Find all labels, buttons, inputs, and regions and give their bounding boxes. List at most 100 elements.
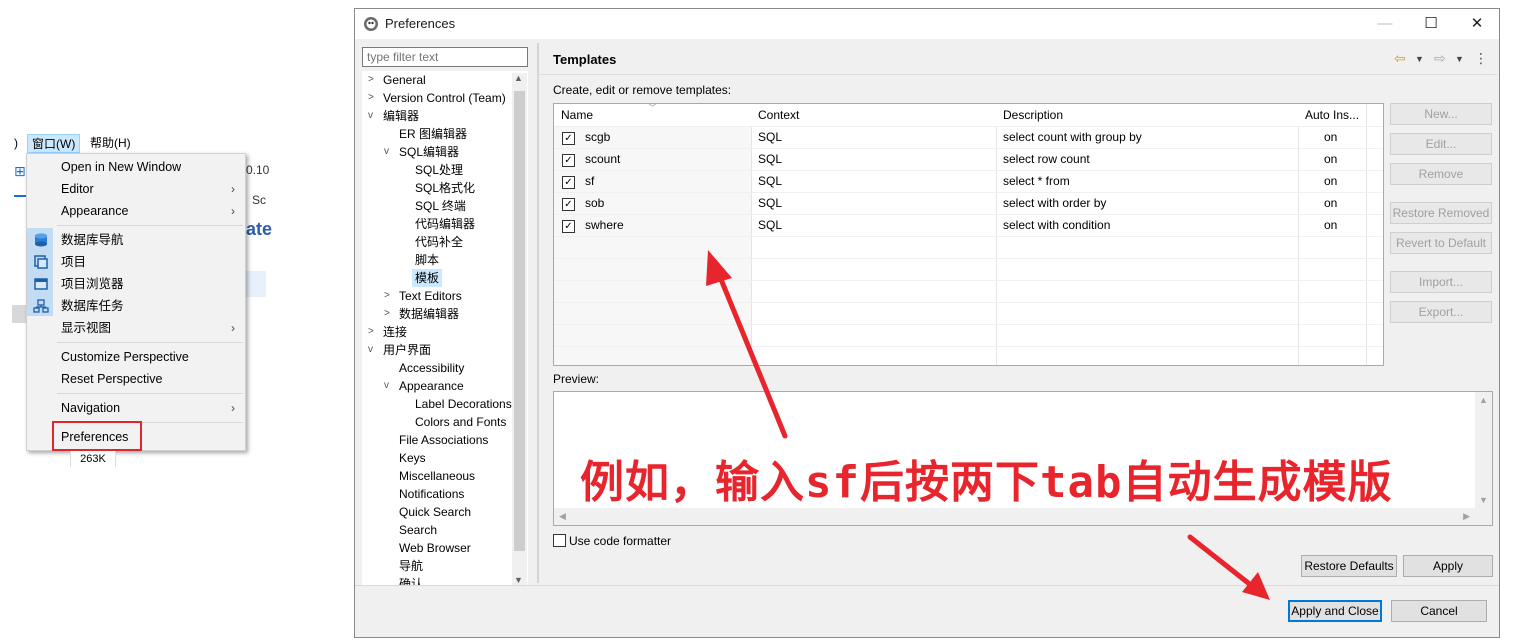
header-label: Name <box>561 108 594 122</box>
expand-icon[interactable]: > <box>368 323 378 341</box>
menu-item-label: Open in New Window <box>61 160 182 174</box>
scroll-right-icon[interactable]: ▶ <box>1463 511 1470 522</box>
menubar: ) 窗口(W) 帮助(H) <box>0 132 250 154</box>
collapse-icon[interactable]: v <box>368 107 378 125</box>
template-name: sob <box>585 196 605 210</box>
apply-button[interactable]: Apply <box>1403 555 1493 577</box>
column-header-description[interactable]: Description <box>996 104 1299 126</box>
cancel-button[interactable]: Cancel <box>1391 600 1487 622</box>
scroll-left-icon[interactable]: ◀ <box>559 511 566 522</box>
annotation-text: 例如，输入sf后按两下tab自动生成模版 <box>580 457 1393 508</box>
template-description: select count with group by <box>1003 130 1142 144</box>
scroll-down-icon[interactable]: ▼ <box>514 575 523 585</box>
menu-item-appearance[interactable]: Appearance › <box>27 200 245 222</box>
menu-item-label: 数据库导航 <box>61 233 124 247</box>
menu-item-project-explorer[interactable]: 项目浏览器 <box>27 273 245 295</box>
menu-item-show-view[interactable]: 显示视图 › <box>27 317 245 339</box>
menu-item-open-in-new-window[interactable]: Open in New Window <box>27 156 245 178</box>
menu-item-navigation[interactable]: Navigation › <box>27 397 245 419</box>
back-icon[interactable]: ⇦ <box>1394 50 1406 67</box>
maximize-button[interactable]: ☐ <box>1408 9 1454 39</box>
scroll-up-icon[interactable]: ▲ <box>1479 395 1488 405</box>
tree-item-label: 用户界面 <box>383 343 432 357</box>
import-button[interactable]: Import... <box>1390 271 1492 293</box>
revert-to-default-button[interactable]: Revert to Default <box>1390 232 1492 254</box>
preview-vertical-scrollbar[interactable]: ▲ ▼ <box>1475 392 1492 508</box>
scroll-up-icon[interactable]: ▲ <box>514 73 523 83</box>
remove-button[interactable]: Remove <box>1390 163 1492 185</box>
template-checkbox[interactable]: ✓ <box>562 176 575 189</box>
collapse-icon[interactable]: v <box>384 377 394 395</box>
database-icon <box>35 233 47 247</box>
menu-separator <box>57 225 243 226</box>
restore-defaults-button[interactable]: Restore Defaults <box>1301 555 1397 577</box>
preferences-dialog: Preferences — ☐ ✕ > General > Version Cont… <box>354 8 1500 638</box>
menu-item-label: 项目 <box>61 255 87 269</box>
menu-item-database-navigator[interactable]: 数据库导航 <box>27 229 245 251</box>
view-menu-icon[interactable]: ⋮ <box>1474 50 1488 67</box>
template-description: select * from <box>1003 174 1070 188</box>
template-description: select with order by <box>1003 196 1107 210</box>
row-divider <box>554 324 1383 325</box>
template-name: sf <box>585 174 595 188</box>
tree-item-label: Appearance <box>399 379 464 393</box>
collapse-icon[interactable]: v <box>384 143 394 161</box>
apply-and-close-button[interactable]: Apply and Close <box>1288 600 1382 622</box>
tree-item-label: General <box>383 73 426 87</box>
template-checkbox[interactable]: ✓ <box>562 154 575 167</box>
restore-removed-button[interactable]: Restore Removed <box>1390 202 1492 224</box>
tree-scrollbar[interactable]: ▲ ▼ <box>512 73 527 585</box>
menu-item-customize-perspective[interactable]: Customize Perspective <box>27 346 245 368</box>
template-checkbox[interactable]: ✓ <box>562 198 575 211</box>
template-checkbox[interactable]: ✓ <box>562 220 575 233</box>
close-button[interactable]: ✕ <box>1454 9 1500 39</box>
scroll-thumb[interactable] <box>514 91 525 551</box>
menu-item-database-tasks[interactable]: 数据库任务 <box>27 295 245 317</box>
bottom-separator <box>355 585 1499 586</box>
filter-input[interactable] <box>362 47 528 67</box>
column-header-context[interactable]: Context <box>751 104 997 126</box>
menu-item-project[interactable]: 项目 <box>27 251 245 273</box>
menu-window[interactable]: 窗口(W) <box>27 134 81 153</box>
forward-icon[interactable]: ⇨ <box>1434 50 1446 67</box>
expand-icon[interactable]: > <box>384 287 394 305</box>
menu-help[interactable]: 帮助(H) <box>86 134 135 153</box>
header-label: Auto Ins... <box>1305 108 1360 122</box>
export-button[interactable]: Export... <box>1390 301 1492 323</box>
expand-icon[interactable]: > <box>368 89 378 107</box>
tree-item-label: 代码编辑器 <box>415 217 476 231</box>
use-code-formatter-checkbox[interactable]: Use code formatter <box>553 533 671 549</box>
template-context: SQL <box>758 196 783 210</box>
preview-horizontal-scrollbar[interactable]: ◀ ▶ <box>554 508 1492 525</box>
column-header-name[interactable]: Name ﹀ <box>554 104 752 126</box>
templates-table: Name ﹀ Context Description Auto Ins... ✓ … <box>553 103 1384 366</box>
row-divider <box>554 236 1383 237</box>
template-context: SQL <box>758 152 783 166</box>
template-description: select with condition <box>1003 218 1111 232</box>
forward-dropdown-icon[interactable]: ▼ <box>1455 54 1464 64</box>
tree-item-label: 数据编辑器 <box>399 307 460 321</box>
preference-tree: > General > Version Control (Team) v 编辑器 ER… <box>362 71 528 585</box>
minimize-button[interactable]: — <box>1362 9 1408 39</box>
expand-icon[interactable]: > <box>368 71 378 89</box>
template-name: swhere <box>585 218 624 232</box>
new-button[interactable]: New... <box>1390 103 1492 125</box>
menu-item-reset-perspective[interactable]: Reset Perspective <box>27 368 245 390</box>
edit-button[interactable]: Edit... <box>1390 133 1492 155</box>
tree-item-label: SQL处理 <box>415 163 464 177</box>
background-line <box>14 195 26 197</box>
tree-item-label: Notifications <box>399 487 465 501</box>
template-checkbox[interactable]: ✓ <box>562 132 575 145</box>
checkbox-box[interactable] <box>553 534 566 547</box>
expand-icon[interactable]: > <box>384 305 394 323</box>
submenu-arrow-icon: › <box>231 204 235 218</box>
menu-item-editor[interactable]: Editor › <box>27 178 245 200</box>
scroll-down-icon[interactable]: ▼ <box>1479 495 1488 505</box>
back-dropdown-icon[interactable]: ▼ <box>1415 54 1424 64</box>
template-description: select row count <box>1003 152 1090 166</box>
collapse-icon[interactable]: v <box>368 341 378 359</box>
tree-item-label: Version Control (Team) <box>383 91 506 105</box>
tree-item-label: SQL编辑器 <box>399 145 460 159</box>
create-templates-label: Create, edit or remove templates: <box>553 83 732 97</box>
column-header-auto-insert[interactable]: Auto Ins... <box>1298 104 1367 126</box>
